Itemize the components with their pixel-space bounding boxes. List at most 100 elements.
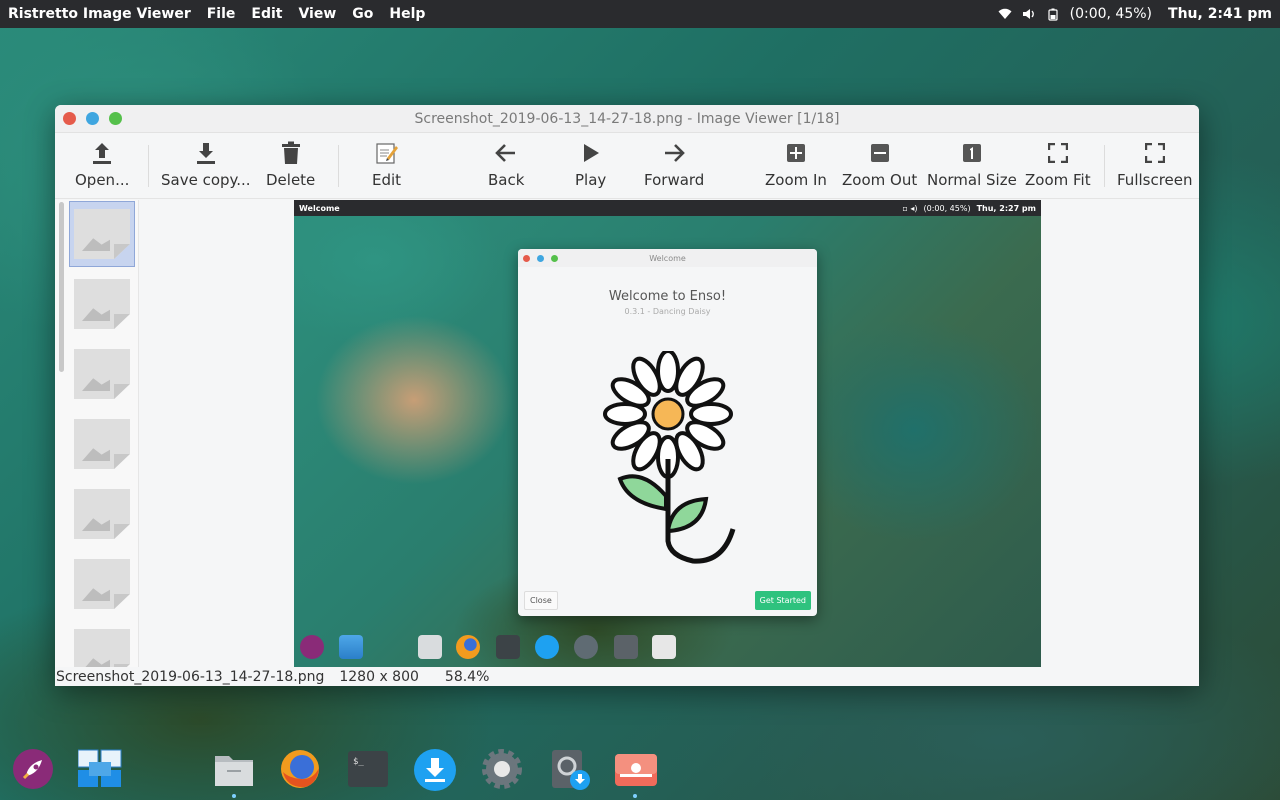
welcome-titlebar: Welcome (518, 249, 817, 267)
viewer-body: Welcome ▫ ◂) (0:00, 45%) Thu, 2:27 pm We… (55, 200, 1199, 667)
play-button[interactable]: Play (575, 139, 606, 193)
toolbar-separator (1104, 145, 1105, 187)
delete-button[interactable]: Delete (266, 139, 315, 193)
battery-icon[interactable] (1046, 7, 1060, 21)
screenshot-clock: Thu, 2:27 pm (976, 203, 1036, 213)
clock[interactable]: Thu, 2:41 pm (1168, 6, 1272, 22)
close-window-button[interactable] (63, 112, 76, 125)
svg-text:$_: $_ (353, 757, 364, 767)
welcome-close-button: Close (524, 591, 558, 610)
rocket-launcher-icon[interactable] (12, 748, 54, 790)
daisy-illustration (603, 351, 736, 564)
screenshot-tray-icon: ▫ ◂) (902, 203, 918, 213)
image-placeholder-icon (74, 559, 130, 609)
edit-icon (375, 139, 399, 167)
menu-file[interactable]: File (207, 6, 236, 22)
status-zoom: 58.4% (444, 668, 490, 685)
image-placeholder-icon (74, 279, 130, 329)
terminal-app-icon[interactable]: $_ (347, 748, 389, 790)
menu-help[interactable]: Help (389, 6, 425, 22)
menu-view[interactable]: View (298, 6, 336, 22)
status-bar: Screenshot_2019-06-13_14-27-18.png 1280 … (55, 667, 1199, 686)
thumbnail-bar (55, 200, 139, 667)
running-indicator (633, 794, 637, 798)
displayed-screenshot: Welcome ▫ ◂) (0:00, 45%) Thu, 2:27 pm We… (294, 200, 1041, 667)
titlebar[interactable]: Screenshot_2019-06-13_14-27-18.png - Ima… (55, 105, 1199, 133)
trash-icon (281, 139, 301, 167)
welcome-subheading: 0.3.1 - Dancing Daisy (624, 307, 711, 316)
play-icon (581, 139, 601, 167)
back-button[interactable]: Back (488, 139, 524, 193)
screenshot-dock (294, 627, 1041, 667)
screenshot-top-panel: Welcome ▫ ◂) (0:00, 45%) Thu, 2:27 pm (294, 200, 1041, 216)
dock: $_ (0, 740, 1280, 800)
system-tray: (0:00, 45%) Thu, 2:41 pm (998, 6, 1272, 22)
minimize-window-button[interactable] (86, 112, 99, 125)
normal-size-label: Normal Size (927, 171, 1017, 189)
zoom-out-icon (870, 139, 890, 167)
forward-label: Forward (644, 171, 705, 189)
play-label: Play (575, 171, 607, 189)
edit-button[interactable]: Edit (372, 139, 401, 193)
screenshot-battery: (0:00, 45%) (923, 203, 971, 213)
thumbnail-item[interactable] (69, 411, 135, 477)
system-settings-icon[interactable] (481, 748, 523, 790)
download-manager-icon (535, 635, 559, 659)
image-canvas[interactable]: Welcome ▫ ◂) (0:00, 45%) Thu, 2:27 pm We… (139, 200, 1199, 667)
screenshot-panel-title: Welcome (299, 203, 340, 213)
thumbnail-item[interactable] (69, 341, 135, 407)
terminal-icon (496, 635, 520, 659)
open-label: Open... (75, 171, 130, 189)
image-placeholder-icon (74, 419, 130, 469)
zoom-in-button[interactable]: Zoom In (765, 139, 827, 193)
files-icon (418, 635, 442, 659)
image-placeholder-icon (74, 489, 130, 539)
wifi-icon[interactable] (998, 7, 1012, 21)
image-placeholder-icon (74, 349, 130, 399)
download-icon (195, 139, 217, 167)
toolbar-separator (148, 145, 149, 187)
software-updater-icon (614, 635, 638, 659)
thumbnail-item[interactable] (69, 201, 135, 267)
zoom-out-button[interactable]: Zoom Out (842, 139, 917, 193)
normal-size-icon (962, 139, 982, 167)
menu-go[interactable]: Go (352, 6, 373, 22)
thumbnail-item[interactable] (69, 621, 135, 667)
menu-edit[interactable]: Edit (251, 6, 282, 22)
help-icon (652, 635, 676, 659)
edit-label: Edit (372, 171, 402, 189)
normal-size-button[interactable]: Normal Size (927, 139, 1017, 193)
download-app-icon[interactable] (413, 748, 456, 791)
software-update-icon[interactable] (550, 748, 592, 790)
image-viewer-window: Screenshot_2019-06-13_14-27-18.png - Ima… (55, 105, 1199, 686)
forward-button[interactable]: Forward (644, 139, 704, 193)
thumbnail-scrollbar[interactable] (59, 202, 64, 372)
zoom-in-label: Zoom In (765, 171, 827, 189)
firefox-icon (456, 635, 480, 659)
status-filename: Screenshot_2019-06-13_14-27-18.png (56, 668, 325, 685)
thumbnail-item[interactable] (69, 271, 135, 337)
app-menu-name[interactable]: Ristretto Image Viewer (8, 6, 191, 22)
delete-label: Delete (266, 171, 316, 189)
welcome-dialog: Welcome Welcome to Enso! 0.3.1 - Dancing… (518, 249, 817, 616)
fullscreen-button[interactable]: Fullscreen (1117, 139, 1193, 193)
zoom-fit-button[interactable]: Zoom Fit (1025, 139, 1091, 193)
running-indicator (232, 794, 236, 798)
save-copy-label: Save copy... (161, 171, 251, 189)
volume-icon[interactable] (1022, 7, 1036, 21)
photos-app-icon[interactable] (614, 748, 657, 790)
multitasking-icon (339, 635, 363, 659)
zoom-fit-label: Zoom Fit (1025, 171, 1091, 189)
welcome-window-title: Welcome (649, 253, 686, 263)
thumbnail-item[interactable] (69, 551, 135, 617)
files-folder-icon[interactable] (213, 748, 255, 790)
settings-icon (574, 635, 598, 659)
back-label: Back (488, 171, 525, 189)
open-button[interactable]: Open... (75, 139, 129, 193)
thumbnail-item[interactable] (69, 481, 135, 547)
save-copy-button[interactable]: Save copy... (161, 139, 251, 193)
fullscreen-label: Fullscreen (1117, 171, 1193, 189)
firefox-browser-icon[interactable] (279, 748, 321, 790)
multitasking-view-icon[interactable] (77, 748, 122, 790)
maximize-window-button[interactable] (109, 112, 122, 125)
